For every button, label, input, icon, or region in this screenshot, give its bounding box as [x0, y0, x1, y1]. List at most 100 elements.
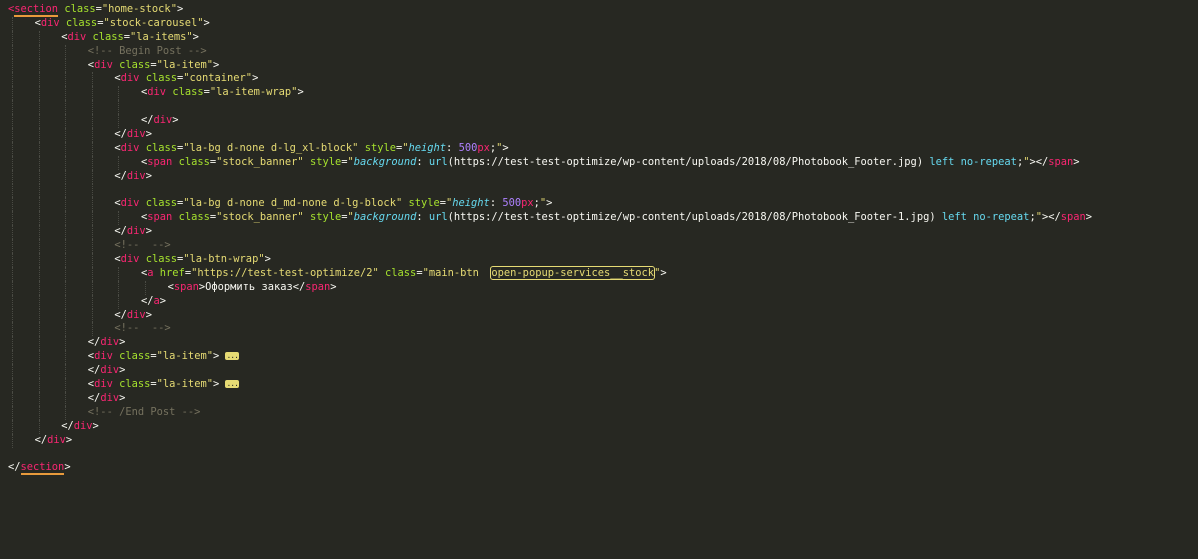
code-line[interactable]: <section class="home-stock"> — [0, 3, 1198, 17]
indent-guide — [38, 86, 40, 101]
indent-guide — [91, 308, 93, 323]
indent-guide — [12, 280, 13, 295]
code-line[interactable]: <div class="la-item"> ... — [0, 350, 1198, 365]
indent-guide — [65, 141, 67, 156]
code-line[interactable]: <span class="stock_banner" style="backgr… — [0, 155, 1198, 170]
indent-guide — [91, 100, 93, 115]
indent-guide — [65, 364, 67, 379]
code-token: class — [385, 266, 417, 279]
indent-guide — [38, 239, 40, 254]
code-line[interactable]: </div> — [0, 419, 1198, 434]
indent-guide — [65, 114, 67, 129]
code-line[interactable]: </div> — [0, 114, 1198, 129]
code-line[interactable]: <div class="la-bg d-none d-lg_xl-block" … — [0, 141, 1198, 156]
code-line[interactable]: </div> — [0, 364, 1198, 379]
code-line[interactable]: </section> — [0, 461, 1198, 476]
code-line[interactable]: <a href="https://test-test-optimize/2" c… — [0, 265, 1198, 281]
code-editor[interactable]: <section class="home-stock"> <div class="… — [0, 0, 1198, 559]
code-line[interactable]: </div> — [0, 391, 1198, 406]
code-line[interactable] — [0, 183, 1198, 198]
code-token: </ — [87, 364, 101, 377]
code-line[interactable]: </div> — [0, 128, 1198, 142]
code-line[interactable]: <div class="la-item"> — [0, 58, 1198, 73]
code-line[interactable]: </div> — [0, 225, 1198, 240]
code-line[interactable]: <div class="container"> — [0, 72, 1198, 87]
code-token: > — [264, 253, 271, 266]
code-line[interactable]: <!-- Begin Post --> — [0, 44, 1198, 59]
code-token: ></ — [1041, 211, 1061, 224]
code-line[interactable]: <div class="la-item-wrap"> — [0, 86, 1198, 101]
indent-guide — [38, 225, 40, 240]
code-line[interactable]: <!-- --> — [0, 322, 1198, 337]
code-line[interactable]: <div class="la-item"> ... — [0, 378, 1198, 392]
indent-guide — [38, 336, 40, 351]
code-line[interactable]: <span class="stock_banner" style="backgr… — [0, 211, 1198, 226]
indent-guide — [38, 100, 40, 115]
code-token: height — [452, 197, 490, 210]
code-token: > — [660, 266, 667, 279]
indent-guide — [12, 378, 13, 392]
code-token: "https://test-test-optimize/2" — [191, 266, 379, 279]
code-line[interactable]: <div class="la-btn-wrap"> — [0, 253, 1198, 267]
indent-guide — [38, 114, 40, 129]
indent-guide — [38, 169, 40, 184]
code-token: div — [120, 141, 140, 154]
indent-guide — [38, 58, 40, 73]
indent-guide — [12, 364, 13, 379]
code-line[interactable] — [0, 448, 1198, 462]
code-line[interactable]: <div class="la-bg d-none d_md-none d-lg-… — [0, 197, 1198, 212]
code-line[interactable]: <div class="stock-carousel"> — [0, 16, 1198, 31]
indent-guide — [65, 58, 67, 73]
code-line[interactable]: </div> — [0, 308, 1198, 323]
code-token: div — [100, 336, 120, 349]
code-line[interactable]: </a> — [0, 294, 1198, 309]
indent-guide — [12, 405, 13, 420]
indent-guide — [12, 58, 13, 73]
code-token: div — [126, 169, 146, 182]
code-token: href — [159, 266, 185, 279]
indent-guide — [38, 391, 40, 406]
indent-guide — [12, 30, 13, 45]
indent-guide — [118, 86, 120, 101]
code-token: > — [64, 461, 71, 474]
code-token: class — [119, 378, 151, 391]
code-token: class — [119, 350, 151, 363]
code-line[interactable] — [0, 100, 1198, 115]
indent-guide — [38, 405, 40, 420]
indent-guide — [145, 280, 146, 295]
code-token: > — [119, 391, 126, 404]
code-token: > — [119, 336, 126, 349]
code-line[interactable]: </div> — [0, 336, 1198, 351]
indent-guide — [65, 169, 67, 184]
indent-guide — [38, 280, 40, 295]
code-line[interactable]: </div> — [0, 433, 1198, 448]
code-line[interactable]: <span>Оформить заказ</span> — [0, 280, 1198, 295]
code-token: "home-stock" — [101, 3, 177, 15]
code-token: (https://test-test-optimize/wp-content/u… — [447, 211, 942, 224]
code-line[interactable]: <!-- --> — [0, 239, 1198, 254]
indent-guide — [12, 128, 13, 142]
indent-guide — [38, 30, 40, 45]
indent-guide — [91, 225, 93, 240]
code-token: <!-- --> — [114, 239, 171, 252]
indent-guide — [65, 128, 67, 142]
indent-guide — [38, 155, 40, 170]
code-token: > — [145, 128, 152, 141]
code-line[interactable]: <!-- /End Post --> — [0, 405, 1198, 420]
code-token: > — [145, 308, 152, 321]
code-token: </ — [87, 391, 101, 404]
code-line[interactable]: </div> — [0, 169, 1198, 184]
fold-marker-icon[interactable]: ... — [225, 352, 239, 361]
indent-guide — [12, 253, 13, 267]
code-token: span — [147, 211, 173, 224]
code-area[interactable]: <section class="home-stock"> <div class="… — [0, 3, 1198, 476]
code-token: 500 — [502, 197, 522, 210]
code-line[interactable]: <div class="la-items"> — [0, 30, 1198, 45]
indent-guide — [38, 266, 40, 281]
code-token: "stock_banner" — [216, 211, 304, 224]
code-token: div — [126, 225, 146, 238]
indent-guide — [65, 155, 67, 170]
indent-guide — [65, 183, 67, 198]
fold-marker-icon[interactable]: ... — [225, 380, 239, 389]
indent-guide — [38, 253, 40, 267]
